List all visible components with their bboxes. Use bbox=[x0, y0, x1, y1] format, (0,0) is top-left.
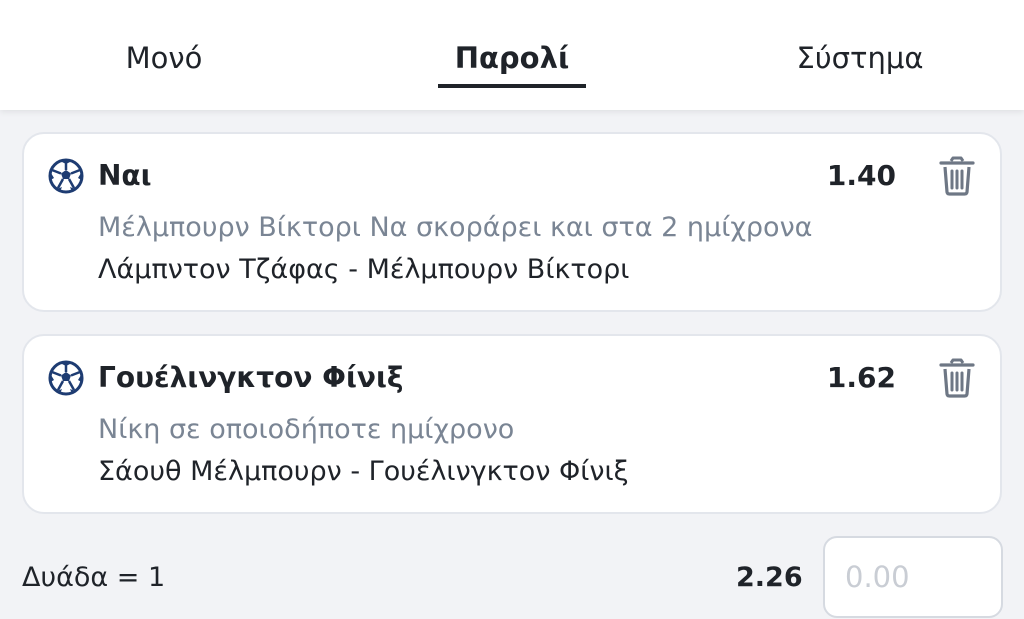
stake-input[interactable] bbox=[823, 536, 1003, 618]
combination-odds: 2.26 bbox=[736, 562, 803, 593]
active-tab-indicator bbox=[438, 84, 586, 88]
selection-market: Μέλμπουρν Βίκτορι Να σκοράρει και στα 2 … bbox=[98, 212, 813, 243]
selection-event: Σάουθ Μέλμπουρν - Γουέλινγκτον Φίνιξ bbox=[98, 456, 629, 487]
soccer-ball-icon bbox=[48, 360, 84, 396]
selection-odds: 1.62 bbox=[826, 361, 896, 394]
selection-odds: 1.40 bbox=[826, 159, 896, 192]
bet-selection-card: Ναι 1.40 Μέλμπουρν Βίκτορι Να σκοράρει κ… bbox=[22, 132, 1002, 312]
selection-market: Νίκη σε οποιοδήποτε ημίχρονο bbox=[98, 414, 515, 445]
selection-event: Λάμπντον Τζάφας - Μέλμπουρν Βίκτορι bbox=[98, 254, 630, 285]
tab-system[interactable]: Σύστημα bbox=[760, 0, 960, 110]
bet-selection-card: Γουέλινγκτον Φίνιξ 1.62 Νίκη σε οποιοδήπ… bbox=[22, 334, 1002, 514]
trash-icon[interactable] bbox=[938, 156, 976, 196]
selection-title: Ναι bbox=[98, 159, 152, 192]
soccer-ball-icon bbox=[48, 158, 84, 194]
trash-icon[interactable] bbox=[938, 358, 976, 398]
bet-type-tabs: Μονό Παρολί Σύστημα bbox=[0, 0, 1024, 110]
selection-title: Γουέλινγκτον Φίνιξ bbox=[98, 361, 404, 394]
tab-single[interactable]: Μονό bbox=[64, 0, 264, 110]
combination-label: Δυάδα = 1 bbox=[22, 562, 166, 593]
tab-parlay[interactable]: Παρολί bbox=[412, 0, 612, 110]
